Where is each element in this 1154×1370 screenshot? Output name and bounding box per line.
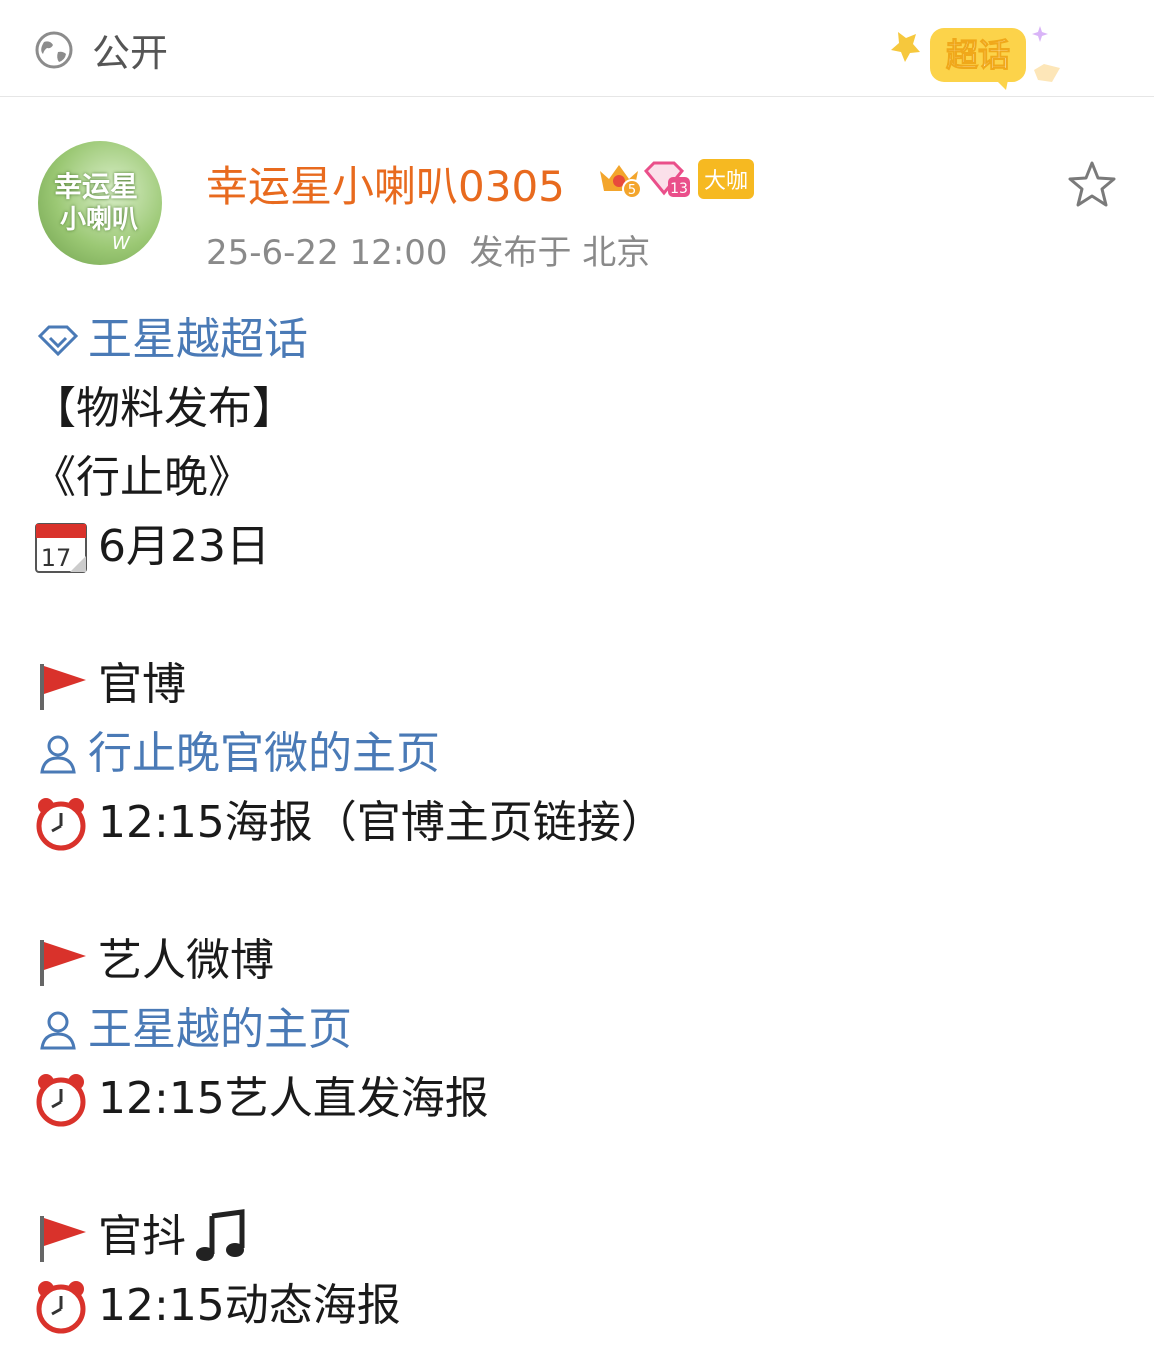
music-note-icon [196,1208,245,1261]
star-outline-icon[interactable] [1066,159,1118,209]
avatar-text-2: 小喇叭 [60,205,139,235]
top-bar: 公开 超话 [0,0,1154,97]
section2-heading: 艺人微博 [98,935,274,986]
supertopic-diamond-icon [37,325,79,356]
username[interactable]: 幸运星小喇叭0305 [206,153,565,214]
section3-heading: 官抖 [98,1211,186,1262]
visibility-label: 公开 [92,31,169,75]
crown-level-icon[interactable]: 5 [596,157,642,201]
chaohua-badge-icon[interactable]: 超话 [884,14,1068,94]
section2-link-text: 王星越的主页 [88,1004,352,1055]
section2-user-link[interactable]: 王星越的主页 [32,995,1132,1064]
post-location: 发布于 北京 [469,233,651,273]
section3-item-line: 12:15动态海报 [32,1271,1132,1340]
calendar-icon: 17 [35,522,87,573]
alarm-clock-icon [36,797,86,850]
section2-heading-line: 艺人微博 [32,926,1132,995]
topic-text: 王星越超话 [88,314,308,365]
alarm-clock-icon [36,1280,86,1333]
red-flag-icon [40,663,86,710]
user-icon [40,1011,76,1049]
section1-user-link[interactable]: 行止晚官微的主页 [32,719,1132,788]
visibility-indicator[interactable]: 公开 [34,22,168,77]
crown-level: 5 [628,183,636,198]
topic-link[interactable]: 王星越超话 [32,305,1132,374]
content-title: 《行止晚》 [32,452,252,503]
section1-heading: 官博 [98,659,186,710]
content-date-line: 17 6月23日 [32,512,1132,581]
section3-item: 12:15动态海报 [98,1280,401,1331]
section1-link-text: 行止晚官微的主页 [88,728,440,779]
avatar-text-3: W [112,233,130,254]
red-flag-icon [40,939,86,986]
globe-icon [35,31,73,68]
post-content: 王星越超话 【物料发布】 《行止晚》 17 6月23日 官博 行止晚官微的主页 … [32,305,1132,1340]
avatar[interactable]: 幸运星 小喇叭 W [38,141,162,265]
date-text: 6月23日 [98,521,270,572]
diamond-level-icon[interactable]: 13 [642,157,692,201]
section1-heading-line: 官博 [32,650,1132,719]
vip-badge[interactable]: 大咖 [698,159,755,199]
section2-item: 12:15艺人直发海报 [98,1073,489,1124]
svg-text:17: 17 [41,544,72,572]
section1-item: 12:15海报（官博主页链接） [98,797,665,848]
section2-item-line: 12:15艺人直发海报 [32,1064,1132,1133]
diamond-level: 13 [670,181,688,197]
content-tag: 【物料发布】 [32,383,296,434]
section1-item-line: 12:15海报（官博主页链接） [32,788,1132,857]
section3-heading-line: 官抖 [32,1202,1132,1271]
red-flag-icon [40,1215,86,1262]
post-time: 25-6-22 12:00 [206,233,448,273]
user-icon [40,735,76,773]
chaohua-badge-text: 超话 [946,36,1010,74]
alarm-clock-icon [36,1073,86,1126]
user-badges: 5 13 大咖 [596,157,755,201]
post-meta: 25-6-22 12:00 发布于 北京 [206,225,672,274]
